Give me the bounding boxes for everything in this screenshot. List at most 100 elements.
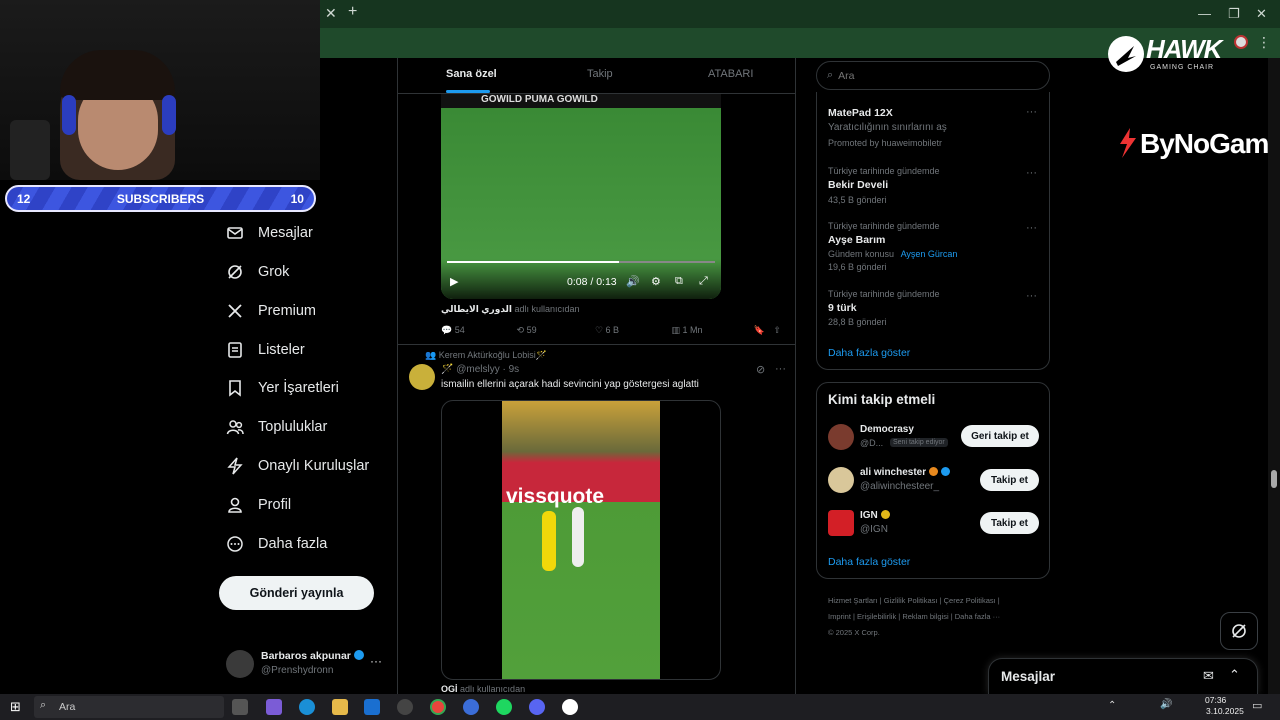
trend-name[interactable]: 9 türk xyxy=(828,302,857,314)
minimize-icon[interactable]: — xyxy=(1198,6,1211,21)
suggestion-avatar[interactable] xyxy=(828,424,854,450)
nav-communities[interactable]: Topluluklar xyxy=(226,412,327,442)
footer-link[interactable]: Erişilebilirlik xyxy=(857,612,896,621)
app-icon[interactable] xyxy=(397,699,413,715)
suggestion-avatar[interactable] xyxy=(828,467,854,493)
video-player-2[interactable]: vissquote xyxy=(441,400,721,680)
play-icon[interactable]: ▶ xyxy=(450,275,458,288)
tab-for-you[interactable]: Sana özel xyxy=(446,68,497,80)
show-more-follow-link[interactable]: Daha fazla göster xyxy=(828,556,910,568)
trend-more-icon[interactable]: ··· xyxy=(1026,222,1037,234)
follow-button[interactable]: Takip et xyxy=(980,469,1039,491)
spotify-icon[interactable] xyxy=(496,699,512,715)
tray-overflow-icon[interactable]: ⌃ xyxy=(1108,700,1116,711)
promo-title[interactable]: MatePad 12X xyxy=(828,107,893,119)
footer-link[interactable]: Hizmet Şartları xyxy=(828,596,878,605)
search-box[interactable]: ⌕ xyxy=(816,61,1050,90)
nav-premium[interactable]: Premium xyxy=(226,296,316,326)
clock-date[interactable]: 3.10.2025 xyxy=(1206,706,1244,716)
messages-drawer[interactable]: Mesajlar ✉ ⌃ xyxy=(988,658,1258,694)
reply-button[interactable]: 💬 54 xyxy=(441,325,517,336)
account-more-icon[interactable]: ··· xyxy=(370,654,382,668)
fullscreen-icon[interactable]: ⤢ xyxy=(699,275,708,288)
obs-icon[interactable] xyxy=(562,699,578,715)
clock-time[interactable]: 07:36 xyxy=(1205,695,1226,705)
volume-tray-icon[interactable]: 🔊 xyxy=(1160,699,1172,710)
avatar[interactable] xyxy=(226,650,254,678)
post-more-icon[interactable]: ··· xyxy=(775,363,786,375)
app-icon[interactable] xyxy=(463,699,479,715)
bookmark-action-icon[interactable]: 🔖 xyxy=(754,325,774,336)
suggestion-name[interactable]: IGN xyxy=(860,510,890,521)
menu-kebab-icon[interactable]: ⋮ xyxy=(1257,34,1271,51)
profile-avatar-icon[interactable] xyxy=(1234,35,1248,49)
task-view-icon[interactable] xyxy=(232,699,248,715)
discord-icon[interactable] xyxy=(529,699,545,715)
account-name[interactable]: Barbaros akpunar xyxy=(261,650,364,662)
show-more-trends-link[interactable]: Daha fazla göster xyxy=(828,347,910,359)
hawk-brand-subtext: GAMING CHAIR xyxy=(1150,64,1215,71)
nav-profile[interactable]: Profil xyxy=(226,490,291,520)
expand-up-icon[interactable]: ⌃ xyxy=(1229,667,1240,683)
nav-grok[interactable]: Grok xyxy=(226,257,289,287)
post2-context-text[interactable]: Kerem Aktürkoğlu Lobisi🪄 xyxy=(439,350,547,360)
share-icon[interactable]: ⇧ xyxy=(773,325,781,336)
chrome-icon[interactable] xyxy=(430,699,446,715)
repost-button[interactable]: ⟲ 59 xyxy=(517,325,595,336)
windows-start-icon[interactable]: ⊞ xyxy=(10,699,21,715)
new-message-icon[interactable]: ✉ xyxy=(1203,668,1214,684)
video2-source-name[interactable]: OGİ xyxy=(441,684,458,694)
footer-link[interactable]: Reklam bilgisi xyxy=(902,612,948,621)
trend-more-icon[interactable]: ··· xyxy=(1026,167,1037,179)
promo-more-icon[interactable]: ··· xyxy=(1026,106,1037,118)
tab-following[interactable]: Takip xyxy=(587,68,613,80)
suggestion-name[interactable]: ali winchester xyxy=(860,467,950,478)
like-button[interactable]: ♡ 6 B xyxy=(595,325,672,336)
file-explorer-icon[interactable] xyxy=(332,699,348,715)
like-count: 6 B xyxy=(605,325,620,335)
close-window-icon[interactable]: ✕ xyxy=(1256,6,1267,22)
footer-link[interactable]: Gizlilik Politikası xyxy=(884,596,938,605)
follow-back-button[interactable]: Geri takip et xyxy=(961,425,1039,447)
nav-lists[interactable]: Listeler xyxy=(226,335,305,365)
copilot-icon[interactable] xyxy=(266,699,282,715)
nav-more[interactable]: Daha fazla xyxy=(226,529,327,559)
video-player-1[interactable]: GOWILD PUMA GOWILD ▶ 0:08 / 0:13 🔊 ⚙ ⧉ ⤢ xyxy=(441,94,721,299)
suggestion-avatar[interactable] xyxy=(828,510,854,536)
close-tab-icon[interactable]: ✕ xyxy=(325,5,337,22)
pip-icon[interactable]: ⧉ xyxy=(675,275,683,288)
taskbar-search[interactable]: ⌕ Ara xyxy=(34,696,224,718)
post-button[interactable]: Gönderi yayınla xyxy=(219,576,374,610)
trend-name[interactable]: Ayşe Barım xyxy=(828,234,885,246)
notification-icon[interactable]: ▭ xyxy=(1252,699,1262,712)
account-name-text: Barbaros akpunar xyxy=(261,650,351,662)
edge-icon[interactable] xyxy=(299,699,315,715)
post2-handle[interactable]: 🪄 @melslyy · 9s xyxy=(441,364,519,375)
footer-link[interactable]: Çerez Politikası xyxy=(944,596,996,605)
search-input[interactable] xyxy=(838,69,1029,82)
tab-atabari[interactable]: ATABARI xyxy=(708,68,753,80)
footer-link[interactable]: Imprint xyxy=(828,612,851,621)
new-tab-icon[interactable]: + xyxy=(348,3,357,21)
page-scrollbar[interactable] xyxy=(1268,58,1280,694)
outlook-icon[interactable] xyxy=(364,699,380,715)
trend-topic-link[interactable]: Ayşen Gürcan xyxy=(901,249,958,259)
footer-link[interactable]: Daha fazla ··· xyxy=(955,612,1000,621)
video-progress[interactable] xyxy=(447,261,715,263)
grok-fab[interactable] xyxy=(1220,612,1258,650)
nav-bookmarks[interactable]: Yer İşaretleri xyxy=(226,373,339,403)
restore-icon[interactable]: ❐ xyxy=(1228,6,1240,22)
post2-avatar[interactable] xyxy=(409,364,435,390)
nav-verified-orgs[interactable]: Onaylı Kuruluşlar xyxy=(226,451,369,481)
nav-messages[interactable]: Mesajlar xyxy=(226,218,313,248)
grok-post-icon[interactable]: ⊘ xyxy=(756,363,765,376)
settings-gear-icon[interactable]: ⚙ xyxy=(651,275,661,288)
trend-more-icon[interactable]: ··· xyxy=(1026,290,1037,302)
source-name[interactable]: الدوري الايطالي xyxy=(441,304,512,314)
views-button[interactable]: ▥ 1 Mn xyxy=(671,325,753,336)
follow-button[interactable]: Takip et xyxy=(980,512,1039,534)
scrollbar-thumb[interactable] xyxy=(1271,470,1277,488)
trend-name[interactable]: Bekir Develi xyxy=(828,179,888,191)
suggestion-name[interactable]: Democrasy xyxy=(860,424,914,435)
volume-icon[interactable]: 🔊 xyxy=(626,275,640,288)
